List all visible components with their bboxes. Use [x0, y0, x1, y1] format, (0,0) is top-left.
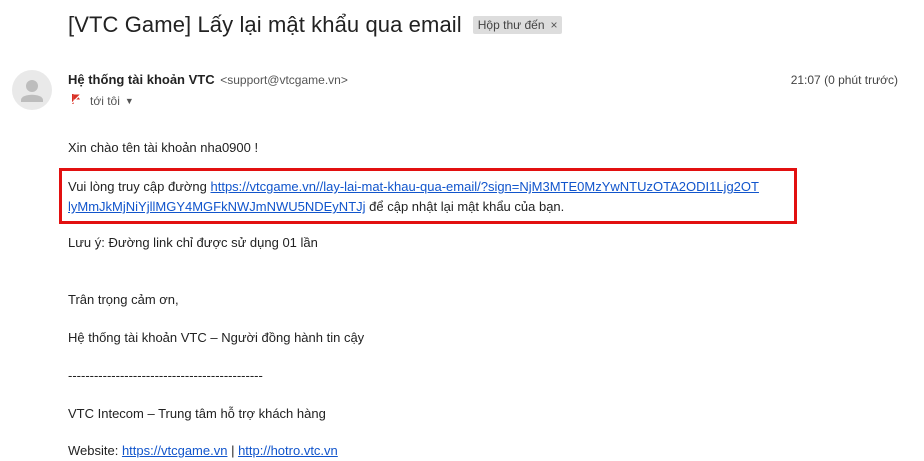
- website-line: Website: https://vtcgame.vn | http://hot…: [68, 441, 338, 461]
- remove-label-icon[interactable]: ×: [551, 18, 558, 32]
- website-link-hotro[interactable]: http://hotro.vtc.vn: [238, 443, 338, 458]
- sender-line: Hệ thống tài khoản VTC <support@vtcgame.…: [68, 72, 348, 87]
- chevron-down-icon[interactable]: ▼: [125, 96, 134, 106]
- signature-text: Hệ thống tài khoản VTC – Người đồng hành…: [68, 330, 365, 345]
- email-subject-row: [VTC Game] Lấy lại mật khẩu qua email Hộ…: [68, 12, 562, 38]
- email-subject: [VTC Game] Lấy lại mật khẩu qua email: [68, 12, 462, 37]
- usage-note: Lưu ý: Đường link chỉ được sử dụng 01 lầ…: [68, 235, 318, 250]
- greeting-text: Xin chào tên tài khoản nha0900 !: [68, 140, 259, 155]
- sender-name[interactable]: Hệ thống tài khoản VTC: [68, 72, 215, 87]
- website-link-vtcgame[interactable]: https://vtcgame.vn: [122, 443, 228, 458]
- sender-email: <support@vtcgame.vn>: [220, 73, 348, 87]
- highlight-annotation-box: [59, 168, 797, 224]
- website-separator: |: [227, 443, 239, 458]
- website-label: Website:: [68, 443, 122, 458]
- company-text: VTC Intecom – Trung tâm hỗ trợ khách hàn…: [68, 406, 326, 421]
- sender-avatar[interactable]: [12, 70, 52, 110]
- inbox-label-chip[interactable]: Hộp thư đến ×: [472, 16, 562, 34]
- flag-icon: [70, 93, 82, 108]
- inbox-label-text: Hộp thư đến: [477, 18, 545, 32]
- recipient-text: tới tôi: [90, 93, 120, 108]
- recipient-details[interactable]: tới tôi ▼: [70, 93, 134, 108]
- email-timestamp: 21:07 (0 phút trước): [790, 73, 898, 87]
- divider-line: ----------------------------------------…: [68, 368, 263, 383]
- thanks-text: Trân trọng cảm ơn,: [68, 292, 179, 307]
- person-avatar-icon: [21, 80, 43, 102]
